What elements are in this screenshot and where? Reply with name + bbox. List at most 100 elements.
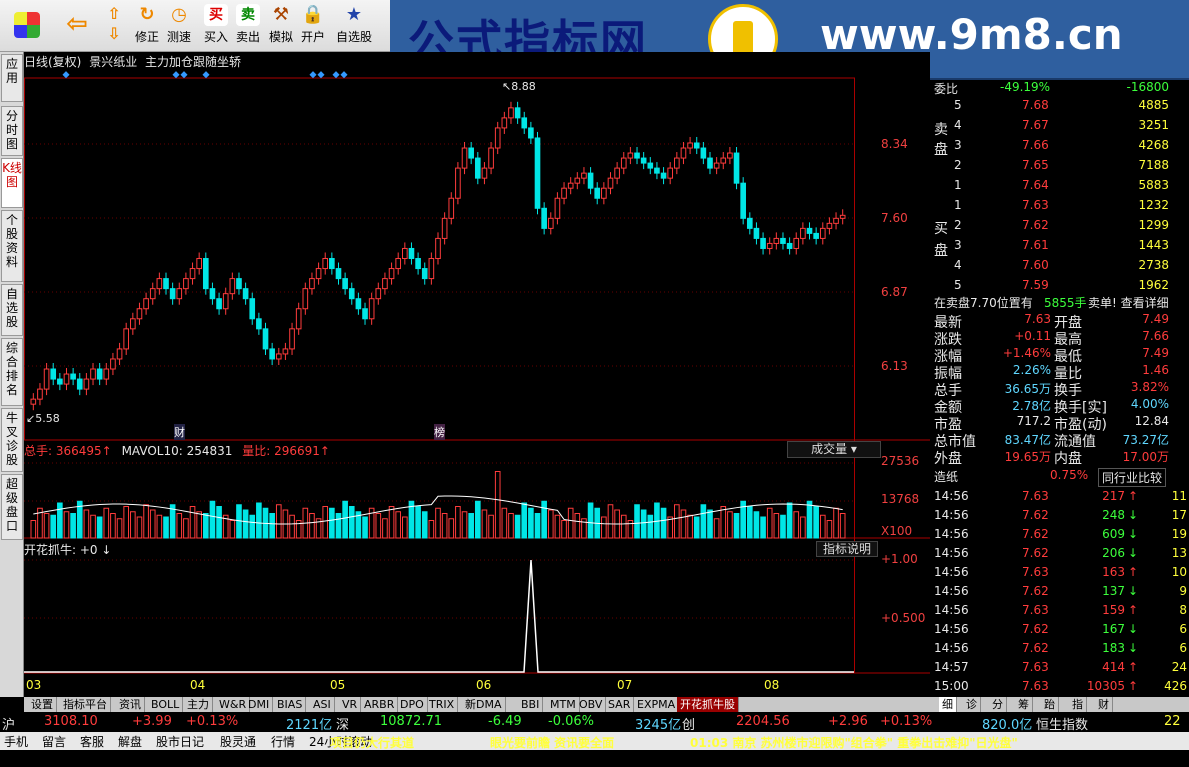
kline-chart[interactable] [24,52,930,697]
indicator-help-button[interactable]: 指标说明 [816,541,878,557]
tick-count: 10 [1171,565,1187,579]
candle-body [269,348,275,360]
volume-bar [441,513,448,539]
sell-row[interactable]: 2 7.65 7188 [930,158,1189,175]
status-link[interactable]: 股市日记 [156,733,204,750]
windows-icon[interactable] [10,4,44,50]
side-tab-profile[interactable]: 个股资料 [1,210,23,282]
quote-row: 振幅 2.26% 量比 1.46 [930,363,1189,382]
side-tab-kline[interactable]: K线图 [1,158,23,208]
right-tab-detail[interactable]: 细 [939,697,957,712]
candle-body [335,268,342,280]
side-tab-diagnose[interactable]: 牛叉诊股 [1,408,23,472]
right-tab-finance[interactable]: 财 [1095,697,1113,712]
indicator-tab[interactable]: VR [339,697,362,712]
fix-button[interactable]: ↻ 修正 [132,4,162,50]
open-account-button[interactable]: 🔒 开户 [298,4,328,50]
volume-bar [488,514,494,539]
buy-button[interactable]: 买买入 [201,4,231,50]
side-tab-watchlist[interactable]: 自选股 [1,284,23,336]
right-tab-index[interactable]: 指 [1069,697,1087,712]
status-link[interactable]: 手机 [4,733,28,750]
candle-body [96,368,103,380]
buy-row[interactable]: 1 7.63 1232 [930,198,1189,215]
sell-row[interactable]: 1 7.64 5883 [930,178,1189,195]
sell-button[interactable]: 卖卖出 [233,4,263,50]
indicator-tab[interactable]: 设置 [28,697,57,712]
status-link[interactable]: 留言 [42,733,66,750]
news-item[interactable]: 项目仍大行其道 [330,734,414,751]
index-ticker: 沪 3108.10 +3.99 +0.13% 2121亿 深 10872.71 … [0,712,1189,733]
indicator-tab[interactable]: OBV [576,697,607,712]
buy-row[interactable]: 2 7.62 1299 [930,218,1189,235]
news-item[interactable]: 01:03 南京 苏州楼市迎限购"组合拳" 重拳出击难抑"日光盘" [690,734,1018,751]
side-tab-orderbook[interactable]: 超级盘口 [1,474,23,540]
chart-area[interactable]: 日线(复权) 景兴纸业 主力加仓跟随坐轿 8.34 7.60 6.87 6.13… [24,52,930,697]
volume-bar [382,518,388,539]
level: 2 [954,158,962,172]
volume: 1443 [1138,238,1169,252]
candle-body [229,278,236,295]
notice-row[interactable]: 在卖盘7.70位置有 5855手 卖单! 查看详细 [930,294,1189,311]
industry-compare-button[interactable]: 同行业比较 [1098,468,1167,487]
candle-body [634,152,640,159]
list-marker[interactable]: 榜 [434,424,445,440]
buy-row[interactable]: 4 7.60 2738 [930,258,1189,275]
finance-marker[interactable]: 财 [174,424,185,440]
back-button[interactable]: ⇦ [58,4,96,50]
indicator-tab[interactable]: SAR [605,697,635,712]
news-item[interactable]: 00:59 [1118,734,1156,748]
status-link[interactable]: 行情 [271,733,295,750]
indicator-tab[interactable]: ASI [310,697,335,712]
buy-row[interactable]: 5 7.59 1962 [930,278,1189,295]
volume-bar [760,516,766,539]
indicator-tab[interactable]: 主力 [184,697,213,712]
up-down-icon[interactable]: ⇧ ⇩ [100,4,128,50]
status-link[interactable]: 解盘 [118,733,142,750]
tick-volume: 217 [1102,489,1125,503]
simulate-label: 模拟 [268,30,293,44]
indicator-tab[interactable]: DPO [397,697,428,712]
indicator-tab[interactable]: BOLL [148,697,184,712]
indicator-tab[interactable]: EXPMA [634,697,680,712]
indicator-tab[interactable]: 开花抓牛股 [677,697,739,712]
speedtest-button[interactable]: ◷ 测速 [164,4,194,50]
right-tab-diag[interactable]: 诊 [963,697,981,712]
tick-price: 7.63 [1022,679,1049,693]
indicator-tab[interactable]: MTM [547,697,580,712]
right-tab-fen[interactable]: 分 [989,697,1007,712]
notice-link[interactable]: 卖单! 查看详细 [1088,294,1169,311]
indicator-tab[interactable]: 新DMA [462,697,506,712]
indicator-tab[interactable]: BBI [518,697,544,712]
candle-body [488,147,494,169]
side-tab-timeshare[interactable]: 分时图 [1,106,23,156]
simulate-button[interactable]: ⚒ 模拟 [266,4,296,50]
candle-body [601,187,607,199]
indicator-tab[interactable]: BIAS [274,697,307,712]
sell-row[interactable]: 5 7.68 4885 [930,98,1189,115]
news-item[interactable]: 眼光要前瞻 资讯要全面 [490,734,614,751]
status-link[interactable]: 客服 [80,733,104,750]
buy-row[interactable]: 3 7.61 1443 [930,238,1189,255]
sell-row[interactable]: 4 7.67 3251 [930,118,1189,135]
volume-bar [713,518,720,539]
hk-label: 恒生指数 [1036,718,1089,733]
candle-body [329,258,335,270]
indicator-tab[interactable]: DMI [245,697,274,712]
sell-row[interactable]: 3 7.66 4268 [930,138,1189,155]
sh-value: 3108.10 [44,714,98,729]
volume-bar [528,507,534,539]
watchlist-button[interactable]: ★ 自选股 [333,4,375,50]
side-tab-ranking[interactable]: 综合排名 [1,338,23,406]
indicator-tab[interactable]: TRIX [426,697,459,712]
indicator-tab[interactable]: 资讯 [116,697,145,712]
right-tab-tai[interactable]: 跆 [1041,697,1059,712]
side-tab-app[interactable]: 应用 [1,54,23,102]
right-tab-chips[interactable]: 筹 [1015,697,1033,712]
volume-bar [733,513,740,539]
candle-body [508,107,514,119]
volume-dropdown[interactable]: 成交量 ▾ [787,441,881,458]
indicator-tab[interactable]: 指标平台 [60,697,111,712]
indicator-tab[interactable]: ARBR [361,697,399,712]
status-link[interactable]: 股灵通 [220,733,256,750]
